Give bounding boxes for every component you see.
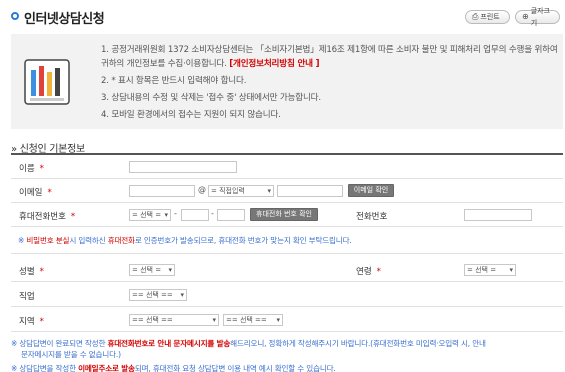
region-label: 지역 * — [19, 317, 44, 327]
email-id-input[interactable] — [129, 185, 195, 197]
print-button[interactable]: ⎙ 프린트 — [465, 10, 510, 24]
phone-label: 전화번호 — [356, 212, 388, 222]
info-box: 1. 공정거래위원회 1372 소비자상담센터는 「소비자기본법」제16조 제1… — [11, 34, 563, 129]
font-size-icon: ⊕ — [522, 12, 529, 21]
title-bullet-icon — [11, 12, 19, 20]
phone-input[interactable] — [464, 209, 532, 221]
email-notice: ※ 상담답변을 작성한 이메일주소로 발송되며, 휴대전화 요청 상담답변 이용… — [11, 364, 336, 372]
sms-notice: ※ 상담답변이 완료되면 작성한 휴대전화번호로 안내 문자메시지를 발송해드리… — [11, 339, 486, 359]
region-city-select[interactable]: == 선택 == — [223, 314, 283, 326]
notice-divider — [11, 253, 563, 254]
info-item-4: 4. 모바일 환경에서의 접수는 지원이 되지 않습니다. — [101, 110, 281, 120]
mobile-last-input[interactable] — [217, 209, 245, 221]
page-header: 인터넷상담신청 ⎙ 프린트 ⊕ 글자크기 — [0, 0, 565, 30]
mobile-prefix-select[interactable]: = 선택 = — [129, 209, 171, 221]
job-select[interactable]: == 선택 == — [129, 289, 187, 301]
region-province-select[interactable]: == 선택 == — [129, 314, 219, 326]
email-check-button[interactable]: 이메일 확인 — [348, 184, 394, 197]
page-title: 인터넷상담신청 — [24, 12, 105, 27]
age-select[interactable]: = 선택 = — [464, 264, 516, 276]
name-label: 이름 * — [19, 164, 44, 174]
email-domain-select[interactable]: = 직접입력 — [208, 185, 274, 197]
info-list: 1. 공정거래위원회 1372 소비자상담센터는 「소비자기본법」제16조 제1… — [101, 43, 561, 125]
gender-label: 성별 * — [19, 267, 44, 277]
gender-age-row: 성별* = 선택 = 연령* = 선택 = — [11, 257, 563, 282]
mobile-dash-2: - — [211, 209, 214, 218]
email-row: 이메일* @ = 직접입력 이메일 확인 — [11, 179, 563, 203]
email-at-sign: @ — [198, 185, 206, 194]
documents-illustration-icon — [24, 59, 70, 105]
font-size-button[interactable]: ⊕ 글자크기 — [515, 7, 560, 27]
job-label: 직업 — [19, 292, 35, 302]
email-domain-input[interactable] — [277, 185, 343, 197]
info-item-3: 3. 상담내용의 수정 및 삭제는 '접수 중' 상태에서만 가능합니다. — [101, 93, 321, 103]
mobile-dash-1: - — [174, 209, 177, 218]
mobile-middle-input[interactable] — [181, 209, 209, 221]
gender-select[interactable]: = 선택 = — [129, 264, 175, 276]
job-row: 직업 == 선택 == — [11, 282, 563, 307]
email-label: 이메일 * — [19, 188, 52, 198]
region-row: 지역* == 선택 == == 선택 == — [11, 307, 563, 332]
privacy-policy-link[interactable]: [개인정보처리방침 안내 ] — [229, 59, 319, 69]
info-item-1: 1. 공정거래위원회 1372 소비자상담센터는 「소비자기본법」제16조 제1… — [101, 45, 558, 69]
info-item-2: 2. * 표시 항목은 반드시 입력해야 합니다. — [101, 76, 247, 86]
password-notice: ※ 비밀번호 분실시 입력하신 휴대전화로 인증번호가 발송되므로, 휴대전화 … — [18, 236, 352, 245]
name-input[interactable] — [129, 161, 237, 173]
font-size-button-label: 글자크기 — [530, 7, 551, 27]
printer-icon: ⎙ — [472, 12, 479, 21]
mobile-row: 휴대전화번호* = 선택 = - - 휴대전화 번호 확인 전화번호 — [11, 203, 563, 227]
name-row: 이름 * — [11, 155, 563, 179]
mobile-check-button[interactable]: 휴대전화 번호 확인 — [250, 208, 318, 221]
age-label: 연령 * — [356, 267, 381, 277]
mobile-label: 휴대전화번호 * — [19, 212, 76, 222]
print-button-label: 프린트 — [480, 13, 500, 21]
